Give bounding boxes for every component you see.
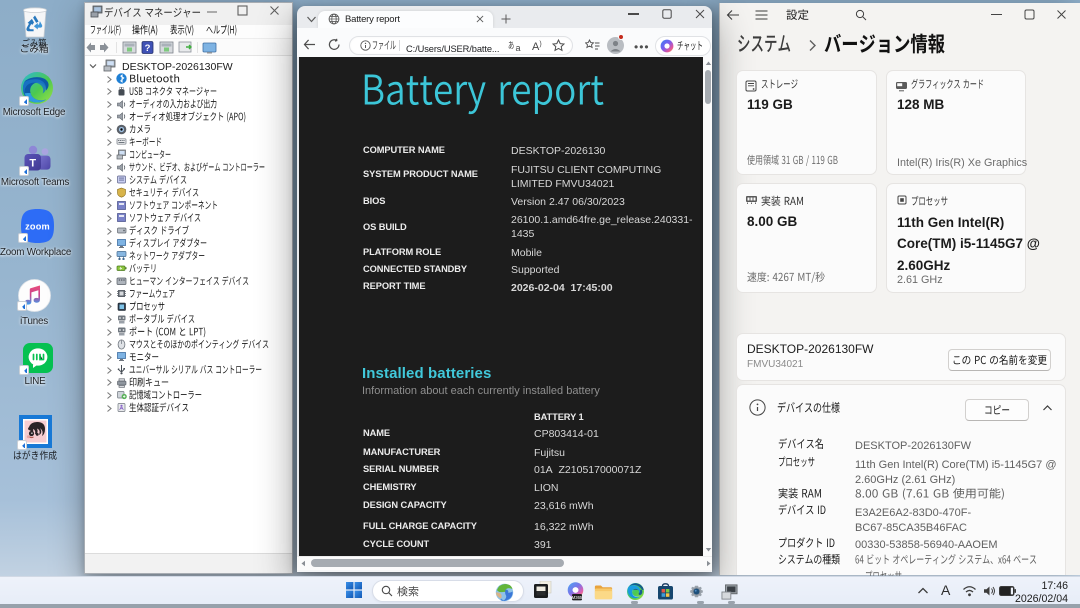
- svg-text:?: ?: [145, 43, 151, 54]
- svg-text:M365: M365: [572, 595, 583, 600]
- svg-text:T: T: [29, 157, 36, 169]
- svg-text:zoom: zoom: [25, 222, 50, 232]
